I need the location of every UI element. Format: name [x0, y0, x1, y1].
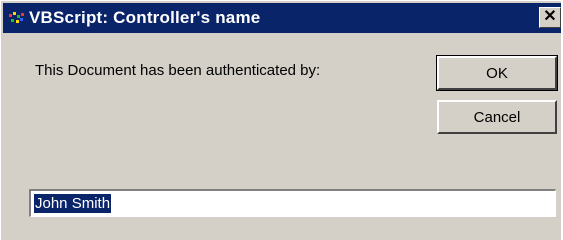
- name-input[interactable]: John Smith: [29, 189, 556, 217]
- close-button[interactable]: ✕: [539, 7, 561, 28]
- ok-button[interactable]: OK: [436, 55, 558, 91]
- cancel-button[interactable]: Cancel: [437, 100, 557, 134]
- close-icon: ✕: [543, 8, 557, 25]
- name-input-value: John Smith: [34, 194, 112, 213]
- title-bar[interactable]: VBScript: Controller's name ✕: [3, 3, 561, 33]
- app-icon: [9, 12, 24, 23]
- window-title: VBScript: Controller's name: [29, 8, 261, 27]
- prompt-label: This Document has been authenticated by:: [35, 62, 321, 79]
- vbscript-input-dialog: VBScript: Controller's name ✕ This Docum…: [0, 0, 561, 240]
